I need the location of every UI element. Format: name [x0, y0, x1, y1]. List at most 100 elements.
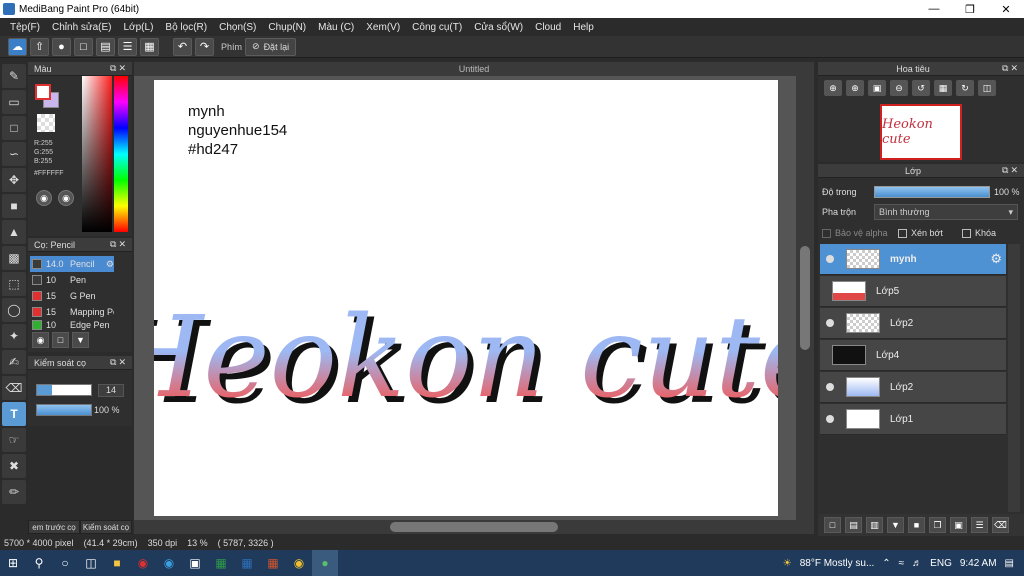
language-indicator[interactable]: ENG	[930, 558, 952, 569]
folder-icon[interactable]: ■	[908, 517, 925, 533]
new-8bit-layer-icon[interactable]: ▥	[866, 517, 883, 533]
pen-curve-tool-icon[interactable]: ∽	[2, 142, 26, 166]
clipping-checkbox[interactable]: Xén bớt	[898, 228, 943, 238]
task-view-icon[interactable]: ◫	[78, 550, 104, 576]
hue-slider[interactable]	[114, 76, 128, 232]
layer-row[interactable]: Lớp5	[820, 276, 1006, 307]
vertical-scrollbar[interactable]	[796, 76, 814, 520]
brush-item[interactable]: 15 Mapping Pen	[30, 304, 114, 320]
brush-size-value[interactable]: 14	[98, 384, 124, 397]
lock-checkbox[interactable]: Khóa	[962, 228, 996, 238]
new-layer-icon[interactable]: □	[824, 517, 841, 533]
zoom-fit-icon[interactable]: ⊕	[846, 80, 864, 96]
layer-row[interactable]: Lớp1	[820, 404, 1006, 435]
medibang-icon[interactable]: ●	[312, 550, 338, 576]
actual-size-icon[interactable]: ▣	[868, 80, 886, 96]
move-tool-icon[interactable]: ✥	[2, 168, 26, 192]
menu-filter[interactable]: Bộ lọc(R)	[159, 22, 213, 33]
menu-file[interactable]: Tệp(F)	[4, 22, 46, 33]
panel-controls-icon[interactable]: ⧉✕	[1002, 165, 1020, 176]
layer-settings-icon[interactable]: ☰	[971, 517, 988, 533]
brush-size-slider[interactable]	[36, 384, 92, 396]
menu-cloud[interactable]: Cloud	[529, 22, 567, 33]
layer-row[interactable]: mynh ⚙	[820, 244, 1006, 275]
tab-brush-preview[interactable]: em trước cọ	[28, 520, 80, 534]
brush-item[interactable]: 15 G Pen	[30, 288, 114, 304]
weather-icon[interactable]: ☀	[783, 558, 792, 569]
menu-select[interactable]: Chọn(S)	[213, 22, 262, 33]
duplicate-layer-icon[interactable]: ❐	[929, 517, 946, 533]
select-eraser-tool-icon[interactable]: ⌫	[2, 376, 26, 400]
flip-icon[interactable]: ◫	[978, 80, 996, 96]
vertical-scroll-thumb[interactable]	[800, 246, 810, 350]
eyedropper-tool-icon[interactable]: ✏	[2, 480, 26, 504]
minimize-button[interactable]: —	[916, 0, 952, 18]
magic-wand-tool-icon[interactable]: ✦	[2, 324, 26, 348]
operation-tool-icon[interactable]: ☞	[2, 428, 26, 452]
chrome-icon[interactable]: ◉	[286, 550, 312, 576]
gradient-tool-icon[interactable]: ▩	[2, 246, 26, 270]
rectangle-tool-icon[interactable]: □	[2, 116, 26, 140]
blur-tool-icon[interactable]: ✖	[2, 454, 26, 478]
add-brush-icon[interactable]: ◉	[32, 332, 49, 348]
wifi-icon[interactable]: ≈	[899, 558, 905, 569]
undo-icon[interactable]: ↶	[173, 37, 192, 56]
protect-alpha-checkbox[interactable]: Bảo vệ alpha	[822, 228, 888, 238]
rotate-right-icon[interactable]: ↻	[956, 80, 974, 96]
navigator-thumbnail[interactable]: Heokon cute	[880, 104, 962, 160]
weather-text[interactable]: 88°F Mostly su...	[800, 558, 875, 569]
list-icon[interactable]: ☰	[118, 37, 137, 56]
panel-controls-icon[interactable]: ⧉✕	[110, 63, 128, 74]
foreground-color-swatch[interactable]	[35, 84, 51, 100]
new-brush-icon[interactable]: □	[52, 332, 69, 348]
eraser-tool-icon[interactable]: ▭	[2, 90, 26, 114]
layer-row[interactable]: Lớp4	[820, 340, 1006, 371]
grid-icon[interactable]: ▦	[140, 37, 159, 56]
gear-icon[interactable]: ⚙	[106, 259, 114, 270]
visibility-eye-icon[interactable]	[826, 383, 834, 391]
layer-scrollbar[interactable]	[1008, 244, 1020, 512]
visibility-eye-icon[interactable]	[826, 255, 834, 263]
windows-start-icon[interactable]: ⊞	[0, 550, 26, 576]
horizontal-scroll-thumb[interactable]	[390, 522, 558, 532]
layer-opacity-slider[interactable]	[874, 186, 990, 198]
trash-icon[interactable]: ⌫	[992, 517, 1009, 533]
upload-icon[interactable]: ⇧	[30, 37, 49, 56]
drawing-canvas[interactable]: mynh nguyenhue154 #hd247 Heokon cute Heo…	[154, 80, 778, 516]
maximize-button[interactable]: ❐	[952, 0, 988, 18]
fill-rect-tool-icon[interactable]: ■	[2, 194, 26, 218]
redo-icon[interactable]: ↷	[195, 37, 214, 56]
horizontal-scrollbar[interactable]	[134, 520, 814, 534]
panel-controls-icon[interactable]: ⧉✕	[1002, 63, 1020, 74]
brush-item[interactable]: 14.0 Pencil ⚙	[30, 256, 114, 272]
file-explorer-icon[interactable]: ■	[104, 550, 130, 576]
document-tab[interactable]: Untitled	[134, 62, 814, 76]
visibility-eye-icon[interactable]	[826, 415, 834, 423]
tab-brush-control[interactable]: Kiểm soát cọ	[80, 520, 132, 534]
clock[interactable]: 9:42 AM	[960, 558, 997, 569]
palette-add-icon[interactable]: ◉	[58, 190, 74, 206]
menu-tools[interactable]: Công cụ(T)	[406, 22, 468, 33]
menu-help[interactable]: Help	[567, 22, 600, 33]
merge-down-icon[interactable]: ▣	[950, 517, 967, 533]
new-halftone-layer-icon[interactable]: ▤	[845, 517, 862, 533]
menu-view[interactable]: Xem(V)	[360, 22, 406, 33]
brush-menu-icon[interactable]: ▼	[72, 332, 89, 348]
fit-window-icon[interactable]: ▦	[934, 80, 952, 96]
excel-icon[interactable]: ▦	[208, 550, 234, 576]
comment-icon[interactable]: □	[74, 37, 93, 56]
monitor-icon[interactable]: ▣	[182, 550, 208, 576]
transparent-color-swatch[interactable]	[37, 114, 55, 132]
gear-icon[interactable]: ⚙	[990, 251, 1002, 267]
search-icon[interactable]: ⚲	[26, 550, 52, 576]
saturation-value-picker[interactable]	[82, 76, 112, 232]
tray-expand-icon[interactable]: ⌃	[882, 558, 890, 569]
zoom-in-icon[interactable]: ⊕	[824, 80, 842, 96]
document-icon[interactable]: ▤	[96, 37, 115, 56]
rotate-left-icon[interactable]: ↺	[912, 80, 930, 96]
menu-color[interactable]: Màu (C)	[312, 22, 360, 33]
close-button[interactable]: ✕	[988, 0, 1024, 18]
menu-edit[interactable]: Chỉnh sửa(E)	[46, 22, 118, 33]
powerpoint-icon[interactable]: ▦	[260, 550, 286, 576]
add-layer-menu-icon[interactable]: ▼	[887, 517, 904, 533]
